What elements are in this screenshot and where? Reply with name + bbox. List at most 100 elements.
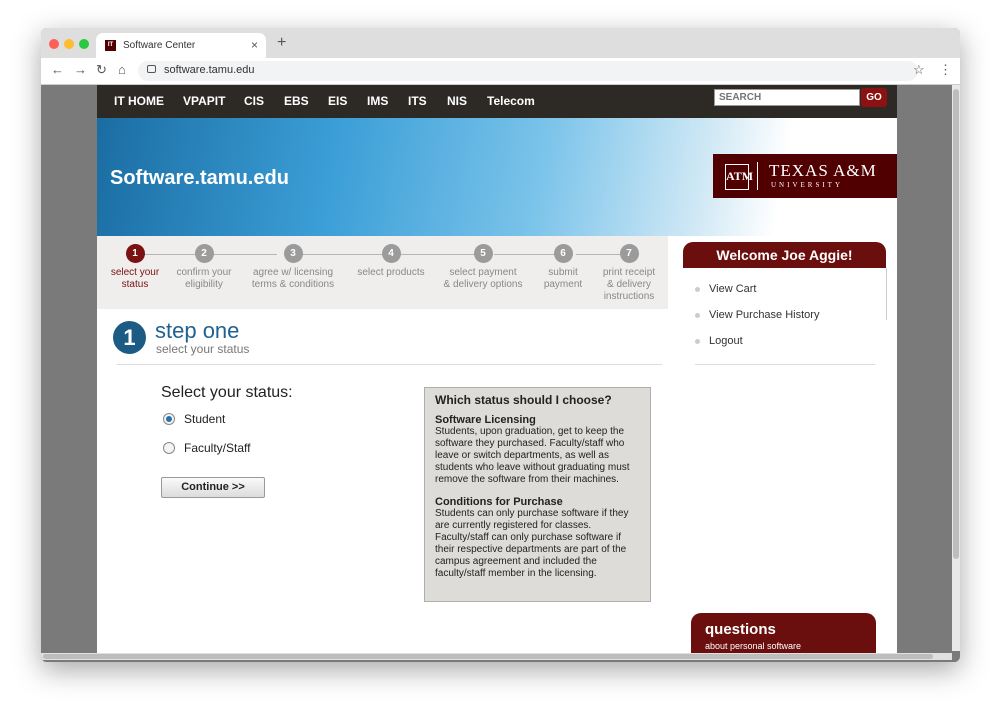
step-number: 1 [125, 244, 145, 263]
nav-link-nis[interactable]: NIS [447, 94, 467, 108]
bullet-icon [695, 286, 700, 292]
browser-menu-icon[interactable]: ⋮ [939, 62, 952, 78]
site-banner: Software.tamu.edu ATM TEXAS A&M UNIVERSI… [97, 118, 897, 236]
lock-icon [147, 65, 156, 73]
top-navigation: IT HOME VPAPIT CIS EBS EIS IMS ITS NIS T… [97, 85, 897, 118]
sidebar-item-label: Logout [709, 335, 743, 347]
questions-subheading: about personal software [705, 641, 802, 651]
logo-line2: UNIVERSITY [771, 181, 843, 189]
step-label: agree w/ licensing [252, 267, 334, 278]
step-label: submit [548, 267, 578, 278]
close-window-button[interactable] [49, 39, 59, 49]
step-label: select your [110, 267, 160, 278]
scrollbar-thumb[interactable] [953, 89, 959, 559]
step-number: 5 [473, 244, 493, 263]
logo-line1: TEXAS A&M [769, 161, 877, 180]
vertical-scrollbar[interactable] [952, 85, 960, 651]
step-subtitle: select your status [156, 342, 250, 356]
browser-tab[interactable]: IT Software Center × [96, 33, 266, 58]
faculty-staff-radio-label[interactable]: Faculty/Staff [184, 441, 250, 455]
nav-link-ims[interactable]: IMS [367, 94, 388, 108]
tab-title: Software Center [123, 40, 196, 51]
browser-toolbar: ← → ↻ ⌂ software.tamu.edu ☆ ⋮ [41, 58, 960, 85]
atm-logo-icon: ATM [725, 164, 753, 190]
nav-link-telecom[interactable]: Telecom [487, 94, 535, 108]
student-radio-label[interactable]: Student [184, 412, 225, 426]
step-number-badge: 1 [113, 321, 146, 354]
step-label: terms & conditions [251, 279, 335, 290]
close-tab-icon[interactable]: × [251, 38, 258, 52]
sidebar-item-label: View Cart [709, 283, 757, 295]
step-label: status [121, 279, 149, 290]
help-section-text: Students, upon graduation, get to keep t… [435, 426, 630, 485]
status-heading: Select your status: [161, 384, 293, 401]
address-bar[interactable]: software.tamu.edu [138, 61, 918, 81]
forward-icon[interactable]: → [74, 62, 87, 77]
nav-link-its[interactable]: ITS [408, 94, 427, 108]
progress-steps: 1 select your status 2 confirm your elig… [97, 236, 668, 309]
step-label: instructions [603, 291, 655, 302]
status-help-box: Which status should I choose? Software L… [424, 387, 651, 602]
step-label: eligibility [185, 279, 223, 290]
search-input[interactable] [714, 89, 860, 106]
questions-heading: questions [705, 621, 776, 638]
sidebar-border [886, 268, 887, 320]
step-label: & delivery [607, 279, 651, 290]
logo-divider [757, 162, 758, 190]
help-section-text: Students can only purchase software if t… [435, 508, 629, 579]
help-section-title: Software Licensing [435, 414, 536, 426]
help-section-title: Conditions for Purchase [435, 496, 563, 508]
step-number: 6 [553, 244, 573, 263]
student-radio[interactable] [163, 413, 175, 425]
faculty-staff-radio[interactable] [163, 442, 175, 454]
nav-link-it-home[interactable]: IT HOME [114, 94, 164, 108]
favicon-icon: IT [105, 40, 116, 51]
nav-link-cis[interactable]: CIS [244, 94, 264, 108]
sidebar-item-logout[interactable]: Logout [695, 335, 743, 347]
step-label: select payment [449, 267, 517, 278]
sidebar-divider [695, 364, 875, 365]
step-4: 4 select products [349, 244, 433, 279]
search-go-button[interactable]: GO [861, 88, 887, 107]
bookmark-star-icon[interactable]: ☆ [913, 62, 925, 78]
url-text: software.tamu.edu [164, 64, 255, 76]
step-label: & delivery options [443, 279, 523, 290]
new-tab-icon[interactable]: + [277, 34, 286, 52]
step-label: print receipt [602, 267, 656, 278]
step-7: 7 print receipt & delivery instructions [593, 244, 665, 303]
page-viewport: IT HOME VPAPIT CIS EBS EIS IMS ITS NIS T… [41, 85, 960, 662]
nav-link-ebs[interactable]: EBS [284, 94, 309, 108]
web-page: IT HOME VPAPIT CIS EBS EIS IMS ITS NIS T… [97, 85, 897, 653]
maximize-window-button[interactable] [79, 39, 89, 49]
nav-link-vpapit[interactable]: VPAPIT [183, 94, 225, 108]
back-icon[interactable]: ← [51, 62, 64, 77]
horizontal-scrollbar[interactable] [41, 653, 952, 660]
step-3: 3 agree w/ licensing terms & conditions [242, 244, 344, 291]
step-number: 2 [194, 244, 214, 263]
step-label: payment [543, 279, 583, 290]
step-title: step one [155, 318, 240, 343]
divider [117, 364, 662, 365]
minimize-window-button[interactable] [64, 39, 74, 49]
step-number: 4 [381, 244, 401, 263]
sidebar-item-purchase-history[interactable]: View Purchase History [695, 309, 819, 321]
questions-panel[interactable]: questions about personal software [691, 613, 876, 653]
scrollbar-thumb[interactable] [43, 654, 933, 659]
texas-am-logo[interactable]: ATM TEXAS A&M UNIVERSITY [713, 154, 897, 198]
reload-icon[interactable]: ↻ [96, 62, 107, 78]
browser-window: IT Software Center × + ← → ↻ ⌂ software.… [41, 28, 960, 662]
step-number: 3 [283, 244, 303, 263]
home-icon[interactable]: ⌂ [118, 62, 126, 77]
sidebar-item-label: View Purchase History [709, 309, 820, 321]
welcome-header: Welcome Joe Aggie! [683, 242, 886, 268]
sidebar-item-view-cart[interactable]: View Cart [695, 283, 756, 295]
bullet-icon [695, 338, 700, 344]
step-number: 7 [619, 244, 639, 263]
site-title: Software.tamu.edu [110, 167, 289, 189]
step-6: 6 submit payment [537, 244, 589, 291]
step-1: 1 select your status [103, 244, 167, 291]
step-5: 5 select payment & delivery options [435, 244, 531, 291]
continue-button[interactable]: Continue >> [161, 477, 265, 498]
nav-link-eis[interactable]: EIS [328, 94, 347, 108]
bullet-icon [695, 312, 700, 318]
